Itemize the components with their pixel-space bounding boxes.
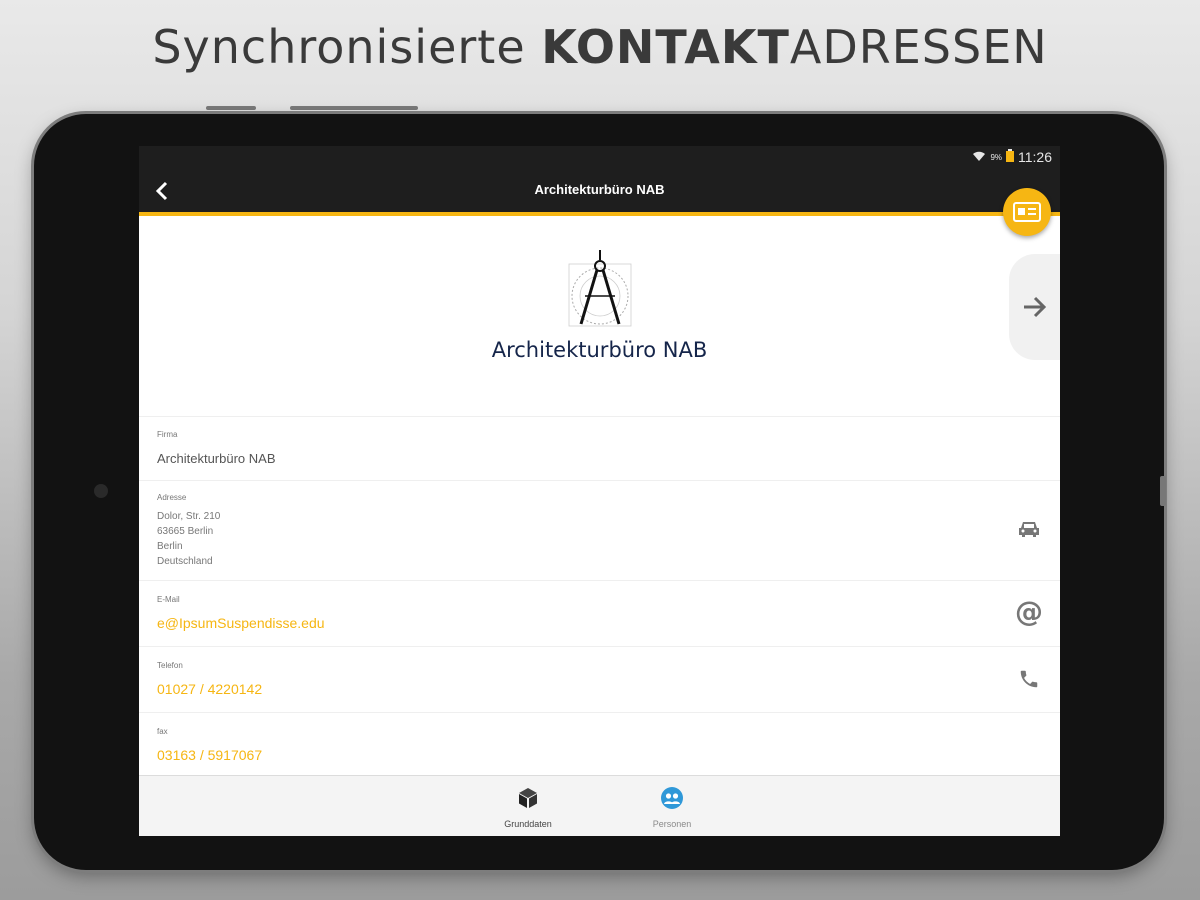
tablet-edge-button: [206, 106, 256, 110]
battery-icon: [1006, 149, 1014, 165]
page-title: Architekturbüro NAB: [534, 182, 665, 197]
phone-link[interactable]: 01027 / 4220142: [157, 681, 262, 697]
tablet-edge-button: [290, 106, 418, 110]
field-label: Firma: [157, 430, 178, 439]
drafting-compass-logo: [568, 250, 632, 327]
field-label: Telefon: [157, 661, 183, 670]
tab-label: Grunddaten: [504, 819, 552, 829]
status-bar: 9% 11:26: [139, 146, 1060, 170]
tab-personen[interactable]: Personen: [632, 786, 712, 829]
field-telefon[interactable]: Telefon 01027 / 4220142: [139, 646, 1060, 711]
field-email[interactable]: E-Mail e@IpsumSuspendisse.edu @: [139, 580, 1060, 645]
field-adresse[interactable]: Adresse Dolor, Str. 210 63665 Berlin Ber…: [139, 480, 1060, 579]
headline-bold: KONTAKT: [541, 20, 790, 74]
car-icon[interactable]: [1015, 515, 1043, 543]
email-link[interactable]: e@IpsumSuspendisse.edu: [157, 615, 325, 631]
at-icon[interactable]: @: [1015, 595, 1043, 628]
contact-card-button[interactable]: [1003, 188, 1051, 236]
field-label: E-Mail: [157, 595, 180, 604]
field-label: fax: [157, 727, 168, 736]
field-firma: Firma Architekturbüro NAB: [139, 416, 1060, 479]
status-time: 11:26: [1018, 149, 1052, 165]
app-bar: Architekturbüro NAB: [139, 170, 1060, 216]
tab-label: Personen: [652, 819, 692, 829]
tablet-side-button: [1160, 476, 1166, 506]
headline-suffix: ADRESSEN: [789, 20, 1048, 74]
camera-icon: [94, 484, 108, 498]
contact-card-icon: [1013, 202, 1041, 222]
address-line: 63665 Berlin: [157, 526, 214, 537]
cube-icon: [519, 788, 537, 808]
tab-grunddaten[interactable]: Grunddaten: [488, 786, 568, 829]
address-line: Berlin: [157, 541, 183, 552]
logo-text: Architekturbüro NAB: [491, 338, 708, 362]
app-screen: 9% 11:26 Architekturbüro NAB Architektur…: [139, 146, 1060, 836]
field-fax[interactable]: fax 03163 / 5917067: [139, 712, 1060, 775]
address-line: Deutschland: [157, 556, 213, 567]
wifi-icon: [972, 149, 986, 165]
headline: Synchronisierte KONTAKTADRESSEN: [0, 20, 1200, 74]
field-label: Adresse: [157, 493, 187, 502]
headline-prefix: Synchronisierte: [152, 20, 542, 74]
people-icon: [661, 787, 683, 809]
signal-text: 9%: [990, 152, 1002, 162]
company-logo: Architekturbüro NAB: [139, 242, 1060, 412]
bottom-nav: Grunddaten Personen: [139, 775, 1060, 836]
address-line: Dolor, Str. 210: [157, 511, 221, 522]
fax-link[interactable]: 03163 / 5917067: [157, 747, 262, 763]
phone-icon[interactable]: [1015, 665, 1043, 693]
field-value: Architekturbüro NAB: [157, 451, 276, 466]
